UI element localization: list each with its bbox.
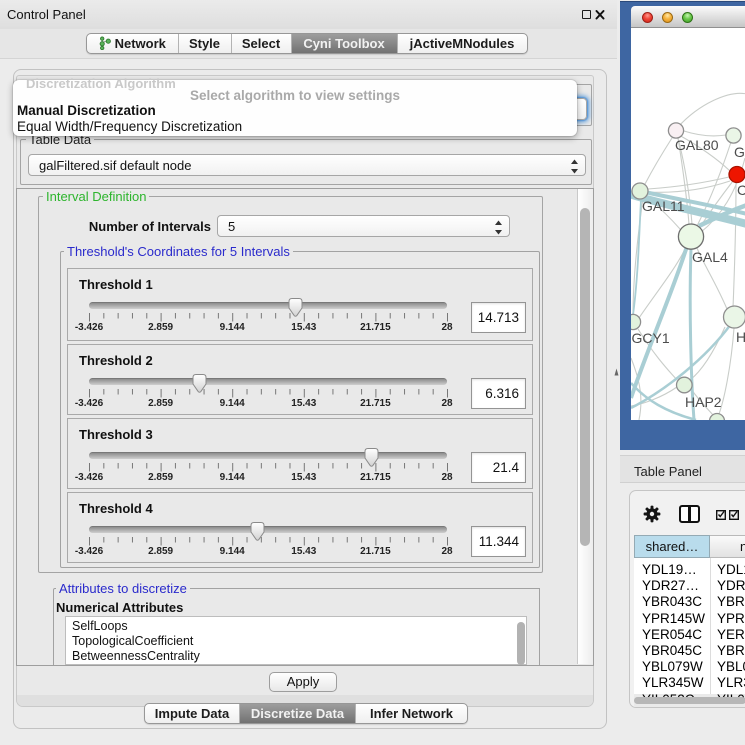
svg-text:GCY1: GCY1 xyxy=(632,330,670,346)
svg-text:HAP2: HAP2 xyxy=(685,394,722,410)
svg-text:GAL80: GAL80 xyxy=(675,137,719,153)
svg-text:GAL4: GAL4 xyxy=(692,249,728,265)
svg-text:C: C xyxy=(737,182,745,198)
svg-text:H: H xyxy=(736,329,745,345)
svg-text:GA: GA xyxy=(734,144,745,160)
svg-text:GAL11: GAL11 xyxy=(642,198,685,214)
